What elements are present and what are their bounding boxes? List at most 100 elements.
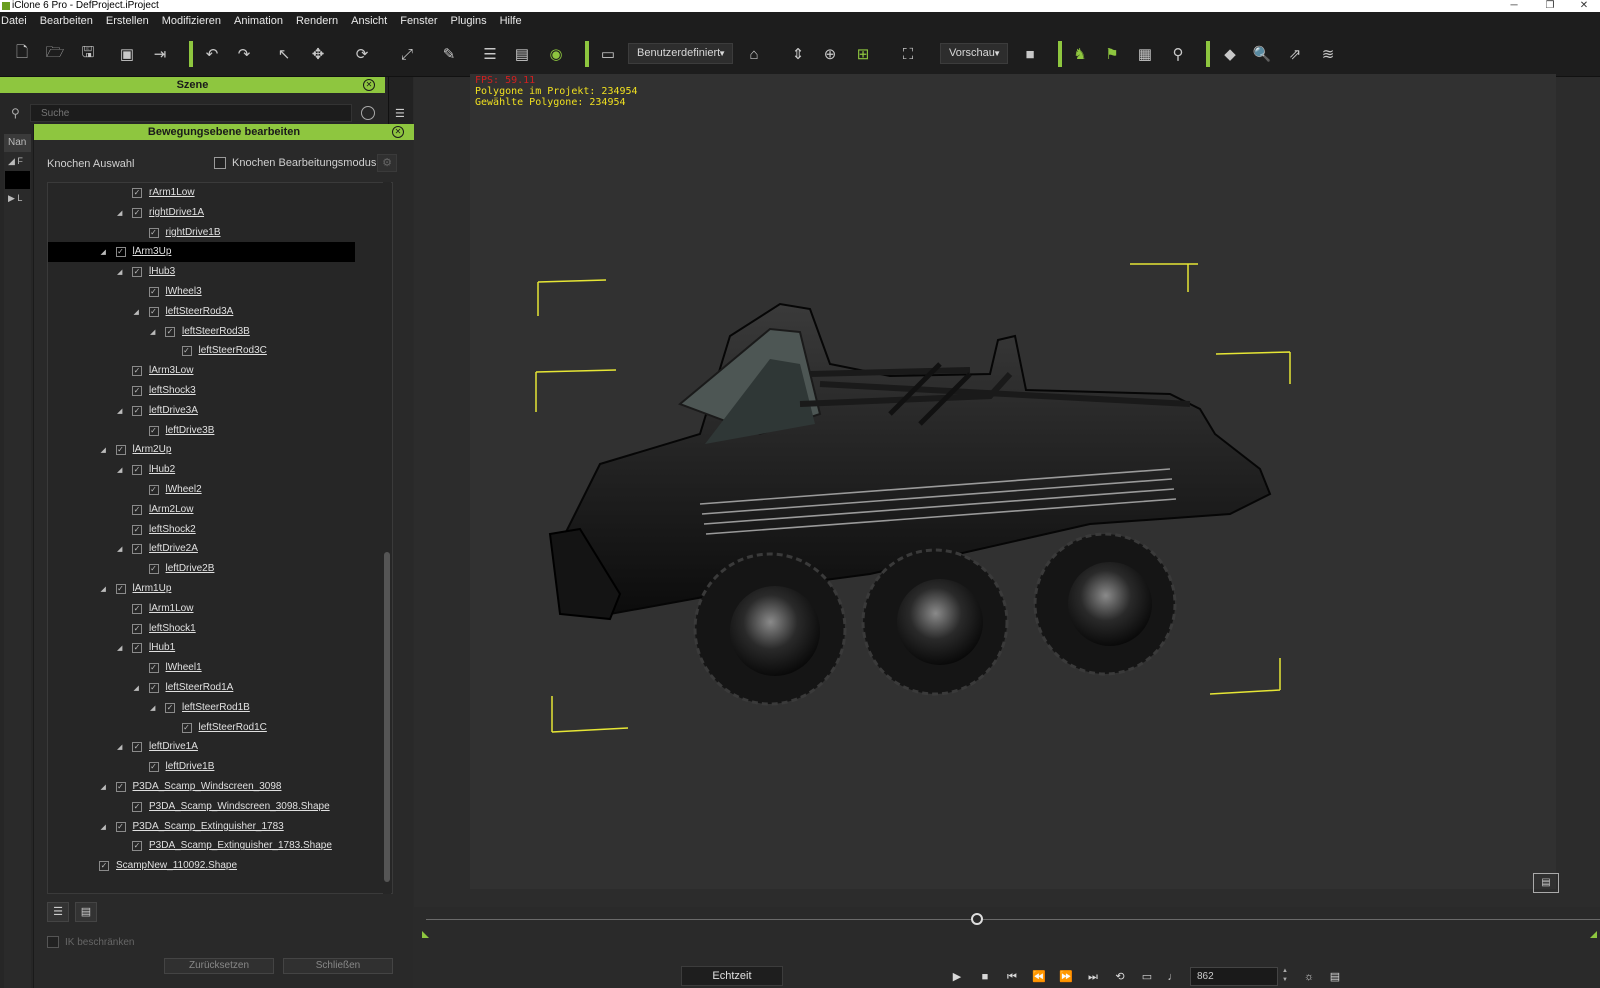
bone-visibility-checkbox[interactable]: ✓ [132,405,142,416]
menu-fenster[interactable]: Fenster [394,12,444,31]
timeline-playhead[interactable] [970,913,983,925]
menu-animation[interactable]: Animation [228,12,290,31]
bone-tree-row[interactable]: ✓ leftShock2 [48,520,392,540]
rotate-icon[interactable]: ⟳ [350,42,374,66]
bone-visibility-checkbox[interactable]: ✓ [132,544,142,555]
bone-visibility-checkbox[interactable]: ✓ [132,465,142,476]
bone-visibility-checkbox[interactable]: ✓ [148,306,159,317]
tree-expand-icon[interactable]: ◢ [117,466,122,474]
bone-tree-row[interactable]: ◢ ✓ leftDrive3A [48,401,392,421]
bone-tree-row[interactable]: ◢ ✓ leftDrive1A [48,737,392,757]
open-folder-icon[interactable]: 🗁 [43,42,67,66]
bone-visibility-checkbox[interactable]: ✓ [115,584,126,594]
fit-height-icon[interactable]: ⇕ [786,42,810,66]
bone-visibility-checkbox[interactable]: ✓ [132,742,142,753]
bone-visibility-checkbox[interactable]: ✓ [132,603,142,614]
close-button[interactable]: ✕ [1566,0,1600,12]
diamond-icon[interactable]: ◆ [1218,42,1242,66]
menu-erstellen[interactable]: Erstellen [100,12,156,31]
bone-visibility-checkbox[interactable]: ✓ [148,663,159,674]
visibility-eye-icon[interactable]: ◉ [544,42,568,66]
flag-icon[interactable]: ⚑ [1100,42,1124,66]
scrollbar-thumb[interactable] [384,552,390,882]
bone-tree-row[interactable]: ◢ ✓ lHub3 [48,262,392,282]
camera-icon[interactable]: ■ [1018,42,1042,66]
bone-tree-row[interactable]: ✓ rightDrive1B [48,223,392,243]
bone-edit-mode-checkbox[interactable] [214,157,226,169]
audio-note-icon[interactable]: ♩ [1164,968,1182,986]
scale-icon[interactable]: ⤢ [395,42,419,66]
bone-visibility-checkbox[interactable]: ✓ [132,188,142,198]
menu-rendern[interactable]: Rendern [290,12,345,31]
list-options-icon[interactable]: ☰ [395,107,405,120]
settings-gear-icon[interactable]: ☼ [1300,968,1318,986]
export-icon[interactable]: ⇥ [148,42,172,66]
comment-icon[interactable]: ▤ [1533,873,1559,893]
tree-expand-icon[interactable]: ◢ [150,704,155,712]
timeline-end-marker[interactable] [1590,931,1597,938]
bone-tree-row[interactable]: ✓ leftDrive2B [48,559,392,579]
bone-visibility-checkbox[interactable]: ✓ [148,762,159,773]
tree-expand-icon[interactable]: ◢ [117,407,122,415]
move-icon[interactable]: ✥ [306,42,330,66]
loop-icon[interactable]: ⟲ [1111,968,1129,986]
bone-tree-row[interactable]: ◢ ✓ lArm1Up [48,579,392,599]
scene-tree-item[interactable]: ▶ L [8,193,22,204]
save-icon[interactable]: 🖫 [76,42,100,66]
bone-visibility-checkbox[interactable]: ✓ [181,722,192,733]
bone-visibility-checkbox[interactable]: ✓ [115,782,126,792]
name-column-header[interactable]: Nan [4,134,31,152]
menu-datei[interactable]: Datei [0,12,34,31]
tree-expand-icon[interactable]: ◢ [134,308,139,316]
current-frame-field[interactable]: 862 [1190,967,1278,986]
bone-tree-row[interactable]: ◢ ✓ leftSteerRod1A [48,678,392,698]
bone-tree-row[interactable]: ✓ P3DA_Scamp_Extinguisher_1783.Shape [48,836,392,856]
bone-visibility-checkbox[interactable]: ✓ [148,425,159,436]
bone-tree-row[interactable]: ✓ leftSteerRod3C [48,341,392,361]
timeline-start-marker[interactable] [422,931,429,938]
bone-tree-row[interactable]: ✓ lArm2Low [48,500,392,520]
go-to-start-icon[interactable]: ⏮ [1003,968,1021,986]
zoom-search-icon[interactable]: 🔍 [1250,42,1274,66]
bone-tree-row[interactable]: ✓ lArm1Low [48,599,392,619]
bone-tree-row[interactable]: ◢ ✓ lHub1 [48,638,392,658]
go-to-end-icon[interactable]: ⏭ [1084,968,1102,986]
close-icon[interactable]: ✕ [392,126,404,138]
home-icon[interactable]: ⌂ [742,42,766,66]
export-folder-icon[interactable]: ⇗ [1283,42,1307,66]
next-frame-icon[interactable]: ⏩ [1057,968,1075,986]
bone-tree-row[interactable]: ◢ ✓ rightDrive1A [48,203,392,223]
search-input[interactable] [30,104,352,122]
character-icon[interactable]: ♞ [1068,42,1092,66]
subtitle-icon[interactable]: ▭ [1138,968,1156,986]
undo-icon[interactable]: ↶ [200,42,224,66]
bone-visibility-checkbox[interactable]: ✓ [132,643,142,654]
ik-limit-checkbox[interactable] [47,936,59,948]
expand-all-icon[interactable]: ☰ [47,902,69,922]
bone-visibility-checkbox[interactable]: ✓ [148,683,159,693]
timeline-panel-icon[interactable]: ▤ [1326,968,1344,986]
collapse-all-icon[interactable]: ▤ [75,902,97,922]
bone-visibility-checkbox[interactable]: ✓ [115,247,126,258]
snap-icon[interactable]: ⊞ [851,42,875,66]
bone-tree-row[interactable]: ✓ lWheel2 [48,480,392,500]
tree-expand-icon[interactable]: ◢ [117,209,122,217]
new-file-icon[interactable]: 🗋 [10,42,34,66]
bone-visibility-checkbox[interactable]: ✓ [148,287,159,297]
tree-expand-icon[interactable]: ◢ [117,545,122,553]
bone-visibility-checkbox[interactable]: ✓ [132,386,142,396]
scene-tree-item[interactable]: ◢ F [8,156,23,167]
bone-visibility-checkbox[interactable]: ✓ [165,326,175,337]
bone-visibility-checkbox[interactable]: ✓ [148,564,159,575]
preview-dropdown[interactable]: Vorschau ▼ [940,43,1008,64]
bone-visibility-checkbox[interactable]: ✓ [165,702,175,713]
realtime-button[interactable]: Echtzeit [681,966,783,986]
bone-visibility-checkbox[interactable]: ✓ [181,346,192,357]
menu-hilfe[interactable]: Hilfe [494,12,529,31]
tree-expand-icon[interactable]: ◢ [101,248,106,256]
3d-viewport[interactable]: FPS: 59.11 Polygone im Projekt: 234954 G… [470,74,1556,889]
layout-icon[interactable]: ▭ [596,42,620,66]
bone-visibility-checkbox[interactable]: ✓ [132,623,142,634]
tree-expand-icon[interactable]: ◢ [101,783,106,791]
bone-visibility-checkbox[interactable]: ✓ [99,861,109,872]
